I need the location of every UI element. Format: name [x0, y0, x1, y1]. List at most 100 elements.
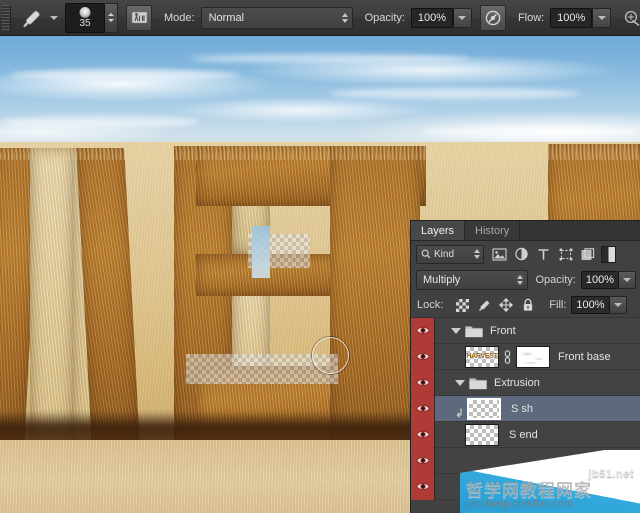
search-icon — [421, 249, 431, 259]
layer-mask-link-icon[interactable] — [502, 347, 513, 367]
eye-icon — [415, 379, 430, 386]
table-row[interactable] — [411, 473, 640, 500]
chevron-down-icon — [613, 303, 622, 307]
fill-value: 100% — [576, 299, 605, 311]
layer-opacity-dropdown[interactable] — [619, 271, 636, 289]
lock-image-pixels-icon[interactable] — [477, 298, 491, 312]
blend-mode-row: Multiply Opacity: 100% — [411, 267, 640, 293]
panel-tab-filler — [520, 221, 640, 240]
brush-tool-icon[interactable] — [17, 5, 47, 31]
table-row[interactable] — [411, 447, 640, 474]
tab-history-label: History — [475, 224, 510, 237]
lock-all-icon[interactable] — [521, 298, 535, 312]
layer-row-body[interactable]: S sh — [435, 396, 640, 422]
opacity-input[interactable]: 100% — [410, 7, 453, 28]
tab-history[interactable]: History — [465, 221, 521, 240]
layer-visibility-toggle[interactable] — [411, 343, 435, 370]
shape-layer-filter-icon[interactable] — [557, 246, 574, 263]
layer-blend-mode-select[interactable]: Multiply — [416, 270, 528, 290]
lock-transparent-pixels-icon[interactable] — [455, 298, 469, 312]
pressure-opacity-icon — [485, 10, 501, 26]
layer-mask-thumbnail[interactable] — [516, 345, 550, 368]
layer-row-body[interactable]: HARVEST Front base — [435, 344, 640, 370]
layer-visibility-toggle[interactable] — [411, 421, 435, 448]
eye-icon — [415, 353, 430, 360]
brush-size-value: 35 — [79, 17, 91, 29]
pixel-layer-filter-icon[interactable] — [491, 246, 508, 263]
options-bar: 35 Mode: Normal Opacity: 100% Flow: 100% — [0, 0, 640, 36]
layer-row-body[interactable] — [435, 448, 640, 474]
toggle-brush-panel-button[interactable] — [126, 4, 152, 31]
lock-position-icon[interactable] — [499, 298, 514, 312]
filter-kind-select[interactable]: Kind — [416, 244, 484, 264]
eye-icon — [415, 483, 430, 490]
blend-mode-value: Normal — [208, 11, 245, 24]
tab-layers[interactable]: Layers — [411, 221, 466, 240]
clipping-mask-arrow-icon — [453, 399, 465, 419]
layer-thumbnail-text: HARVEST — [466, 353, 498, 360]
layer-visibility-toggle[interactable] — [411, 395, 435, 422]
layer-row-body[interactable] — [435, 474, 640, 500]
chevron-down-icon — [597, 15, 606, 20]
airbrush-toggle-button[interactable] — [619, 5, 640, 31]
lock-label: Lock: — [417, 299, 444, 311]
lock-icon-group — [455, 298, 535, 312]
letter-w-stroke-2 — [30, 148, 74, 448]
layer-name: Front — [490, 324, 516, 337]
layer-opacity-value: 100% — [585, 274, 614, 286]
fill-input[interactable]: 100% — [571, 296, 610, 314]
eye-icon — [415, 327, 430, 334]
stepper-up-icon — [108, 13, 114, 16]
brush-preset-picker[interactable]: 35 — [65, 2, 105, 33]
table-row[interactable]: HARVEST Front base — [411, 343, 640, 370]
table-row[interactable]: S end — [411, 421, 640, 448]
flow-dropdown-button[interactable] — [592, 7, 612, 28]
group-disclosure-triangle[interactable] — [455, 379, 465, 386]
folder-icon — [465, 325, 483, 337]
brush-size-stepper[interactable] — [105, 2, 118, 33]
adjustment-layer-filter-icon[interactable] — [513, 246, 530, 263]
group-disclosure-triangle[interactable] — [451, 327, 461, 334]
layer-visibility-toggle[interactable] — [411, 473, 435, 500]
folder-icon — [469, 377, 487, 389]
layer-visibility-toggle[interactable] — [411, 317, 435, 344]
layer-name: Front base — [558, 350, 611, 363]
select-arrows-icon — [341, 12, 348, 23]
filter-icon-group — [491, 246, 596, 263]
layer-thumbnail[interactable]: HARVEST — [465, 345, 499, 368]
layer-row-body[interactable]: Front — [435, 318, 640, 344]
brush-panel-icon — [131, 11, 147, 24]
layer-opacity-label: Opacity: — [535, 274, 576, 286]
layer-visibility-toggle[interactable] — [411, 369, 435, 396]
fill-dropdown[interactable] — [609, 296, 627, 314]
eye-icon — [415, 457, 430, 464]
options-bar-grip[interactable] — [2, 4, 11, 31]
layer-thumbnail[interactable] — [465, 423, 499, 446]
filter-toggle-icon[interactable] — [601, 245, 616, 263]
layer-name: Extrusion — [494, 376, 540, 389]
table-row[interactable]: Front — [411, 317, 640, 344]
table-row[interactable]: Extrusion — [411, 369, 640, 396]
layer-row-body[interactable]: S end — [435, 422, 640, 448]
layer-thumbnail[interactable] — [467, 397, 501, 420]
blend-mode-select[interactable]: Normal — [200, 6, 353, 29]
select-arrows-icon — [516, 275, 523, 285]
opacity-dropdown-button[interactable] — [452, 7, 472, 28]
opacity-pressure-toggle[interactable] — [479, 4, 506, 31]
filter-kind-value: Kind — [434, 248, 455, 260]
layers-panel: Layers History Kind Multiply Opacity: 10… — [410, 220, 640, 513]
fill-label: Fill: — [549, 299, 567, 311]
opacity-label: Opacity: — [364, 11, 405, 24]
table-row[interactable]: S sh — [411, 395, 640, 422]
brush-preset-dropdown-arrow[interactable] — [47, 6, 61, 30]
layer-visibility-toggle[interactable] — [411, 447, 435, 474]
flow-input[interactable]: 100% — [550, 7, 593, 28]
smart-object-filter-icon[interactable] — [579, 246, 596, 263]
panel-tab-bar: Layers History — [411, 221, 640, 241]
layer-row-body[interactable]: Extrusion — [435, 370, 640, 396]
select-arrows-icon — [474, 249, 480, 259]
airbrush-icon — [624, 10, 640, 26]
type-layer-filter-icon[interactable] — [535, 246, 552, 263]
chevron-down-icon — [50, 15, 58, 20]
layer-opacity-input[interactable]: 100% — [580, 271, 619, 289]
